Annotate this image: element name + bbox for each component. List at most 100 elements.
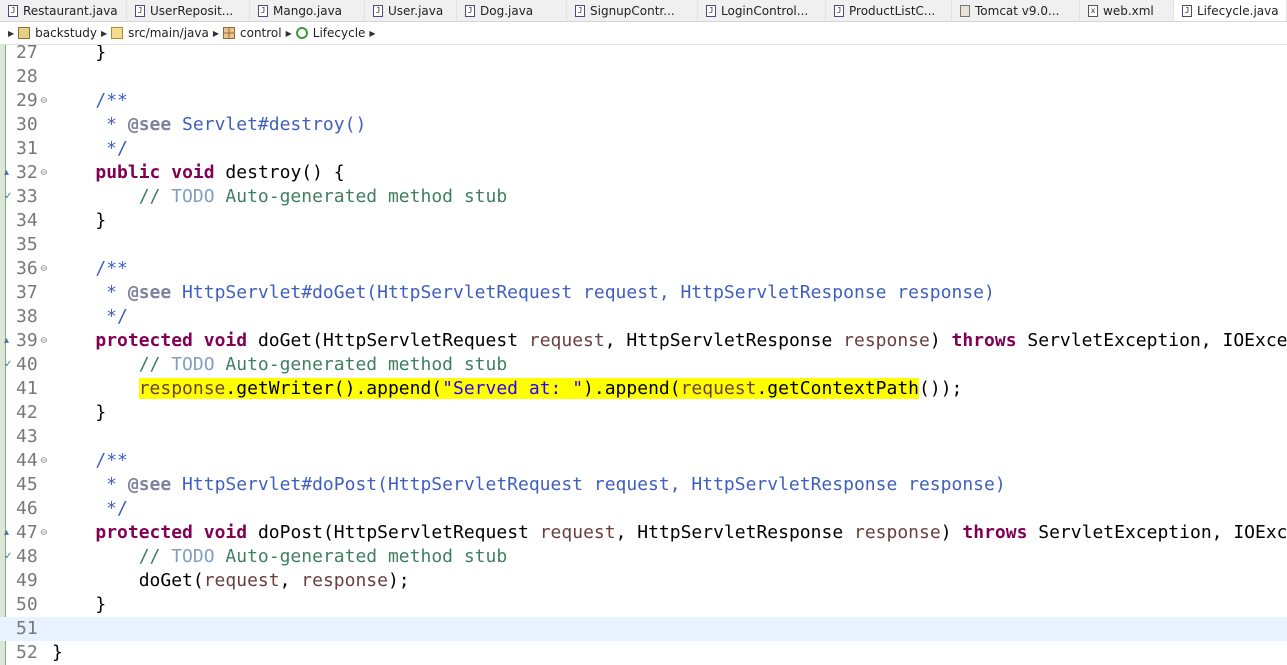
tab-restaurant-java[interactable]: J Restaurant.java bbox=[0, 0, 127, 21]
tab-tomcat-v9-0[interactable]: Tomcat v9.0... bbox=[952, 0, 1080, 21]
tab-label: Tomcat v9.0... bbox=[975, 3, 1060, 18]
code-line[interactable]: 38 */ bbox=[0, 305, 1287, 329]
tab-label: LoginControl... bbox=[721, 3, 809, 18]
chevron-right-icon[interactable]: ▶ bbox=[369, 29, 375, 38]
code-line[interactable]: 41 response.getWriter().append("Served a… bbox=[0, 377, 1287, 401]
fold-toggle-icon[interactable]: ⊖ bbox=[40, 257, 48, 281]
code-token: , HttpServletResponse bbox=[604, 330, 844, 351]
line-number: 48 bbox=[16, 546, 38, 567]
code-text: protected void doGet(HttpServletRequest … bbox=[52, 329, 1287, 353]
code-line[interactable]: 44 ⊖ /** bbox=[0, 449, 1287, 473]
code-line[interactable]: ✓ 48 // TODO Auto-generated method stub bbox=[0, 545, 1287, 569]
java-file-icon: J bbox=[373, 4, 383, 17]
task-marker-icon[interactable]: ✓ bbox=[4, 359, 12, 371]
code-line[interactable]: 50 } bbox=[0, 593, 1287, 617]
class-icon bbox=[295, 27, 308, 39]
line-number: 50 bbox=[16, 594, 38, 615]
chevron-right-icon[interactable]: ▶ bbox=[286, 29, 292, 38]
code-text: } bbox=[52, 45, 106, 65]
breadcrumb-label: control bbox=[240, 26, 282, 40]
code-line[interactable]: 29 ⊖ /** bbox=[0, 89, 1287, 113]
line-number: 31 bbox=[16, 138, 38, 159]
fold-toggle-icon[interactable]: ⊖ bbox=[40, 89, 48, 113]
tab-userreposit[interactable]: J UserReposit... bbox=[127, 0, 250, 21]
code-token: Auto-generated method stub bbox=[214, 186, 508, 207]
code-token: ).append( bbox=[583, 378, 681, 399]
line-number: 42 bbox=[16, 402, 38, 423]
code-token: doGet( bbox=[52, 570, 204, 591]
code-line[interactable]: 46 */ bbox=[0, 497, 1287, 521]
breadcrumb-item-backstudy[interactable]: backstudy bbox=[18, 26, 97, 40]
code-token: /** bbox=[95, 450, 128, 471]
tab-mango-java[interactable]: J Mango.java bbox=[250, 0, 365, 21]
line-number: 43 bbox=[16, 426, 38, 447]
fold-toggle-icon[interactable]: ⊖ bbox=[40, 161, 48, 185]
override-marker-icon[interactable]: ▴ bbox=[4, 335, 9, 347]
breadcrumb-item-control[interactable]: control bbox=[223, 26, 282, 40]
code-line[interactable]: 42 } bbox=[0, 401, 1287, 425]
chevron-right-icon[interactable]: ▶ bbox=[101, 29, 107, 38]
code-line[interactable]: 36 ⊖ /** bbox=[0, 257, 1287, 281]
task-marker-icon[interactable]: ✓ bbox=[4, 191, 12, 203]
code-line[interactable]: ✓ 33 // TODO Auto-generated method stub bbox=[0, 185, 1287, 209]
tab-web-xml[interactable]: x web.xml bbox=[1080, 0, 1174, 21]
code-token: request bbox=[528, 330, 605, 351]
code-line[interactable]: 31 */ bbox=[0, 137, 1287, 161]
code-line[interactable]: 35 bbox=[0, 233, 1287, 257]
code-line[interactable]: 51 bbox=[0, 617, 1287, 641]
java-file-icon: J bbox=[258, 4, 268, 17]
tab-dog-java[interactable]: J Dog.java bbox=[457, 0, 567, 21]
code-token: TODO bbox=[171, 354, 215, 375]
code-token: */ bbox=[52, 498, 128, 519]
override-marker-icon[interactable]: ▴ bbox=[4, 167, 9, 179]
tab-lifecycle-java[interactable]: J Lifecycle.java bbox=[1174, 0, 1287, 21]
code-line[interactable]: 52} bbox=[0, 641, 1287, 665]
override-marker-icon[interactable]: ▴ bbox=[4, 527, 9, 539]
code-token: doPost(HttpServletRequest bbox=[247, 522, 540, 543]
code-editor[interactable]: 27 } 28 29 ⊖ /** 30 * @see Servlet#destroy()… bbox=[0, 45, 1287, 665]
code-line[interactable]: 49 doGet(request, response); bbox=[0, 569, 1287, 593]
code-line[interactable]: 37 * @see HttpServlet#doGet(HttpServletR… bbox=[0, 281, 1287, 305]
fold-toggle-icon[interactable]: ⊖ bbox=[40, 521, 48, 545]
code-token: // bbox=[138, 546, 172, 567]
fold-toggle-icon[interactable]: ⊖ bbox=[40, 329, 48, 353]
code-line[interactable]: ✓ 40 // TODO Auto-generated method stub bbox=[0, 353, 1287, 377]
code-token: response bbox=[854, 522, 941, 543]
code-line[interactable]: 34 } bbox=[0, 209, 1287, 233]
task-marker-icon[interactable]: ✓ bbox=[4, 551, 12, 563]
chevron-right-icon[interactable]: ▶ bbox=[213, 29, 219, 38]
code-token: ); bbox=[387, 570, 410, 591]
fold-toggle-icon[interactable]: ⊖ bbox=[40, 449, 48, 473]
java-file-icon: J bbox=[1182, 4, 1192, 17]
code-text: response.getWriter().append("Served at: … bbox=[52, 377, 962, 401]
breadcrumb-item-lifecycle[interactable]: Lifecycle bbox=[295, 26, 365, 40]
code-line[interactable]: 43 bbox=[0, 425, 1287, 449]
tab-user-java[interactable]: J User.java bbox=[365, 0, 457, 21]
breadcrumb-label: backstudy bbox=[35, 26, 97, 40]
code-line[interactable]: ▴ 32 ⊖ public void destroy() { bbox=[0, 161, 1287, 185]
code-line[interactable]: 30 * @see Servlet#destroy() bbox=[0, 113, 1287, 137]
tab-label: ProductListC... bbox=[849, 3, 936, 18]
code-line[interactable]: 28 bbox=[0, 65, 1287, 89]
tab-logincontrol[interactable]: J LoginControl... bbox=[698, 0, 826, 21]
code-line[interactable]: 27 } bbox=[0, 45, 1287, 65]
code-token: /** bbox=[95, 258, 128, 279]
tab-productlistc[interactable]: J ProductListC... bbox=[826, 0, 952, 21]
code-line[interactable]: ▴ 47 ⊖ protected void doPost(HttpServletRe… bbox=[0, 521, 1287, 545]
breadcrumb-item-src-main-java[interactable]: src/main/java bbox=[111, 26, 209, 40]
tab-label: SignupContr... bbox=[590, 3, 675, 18]
code-line[interactable]: 45 * @see HttpServlet#doPost(HttpServlet… bbox=[0, 473, 1287, 497]
line-number: 40 bbox=[16, 354, 38, 375]
tab-signupcontr[interactable]: J SignupContr... bbox=[567, 0, 698, 21]
server-icon bbox=[960, 4, 970, 17]
chevron-right-icon[interactable]: ▶ bbox=[8, 29, 14, 38]
code-text: // TODO Auto-generated method stub bbox=[52, 545, 507, 569]
code-token: protected bbox=[95, 522, 193, 543]
code-line[interactable]: ▴ 39 ⊖ protected void doGet(HttpServletReq… bbox=[0, 329, 1287, 353]
code-token: TODO bbox=[171, 186, 215, 207]
